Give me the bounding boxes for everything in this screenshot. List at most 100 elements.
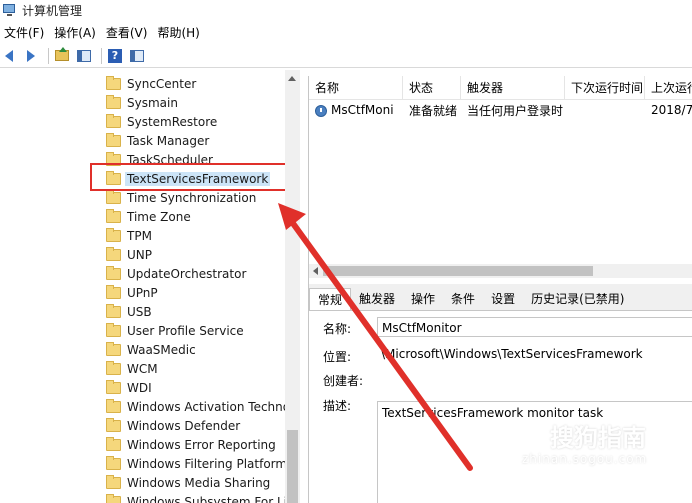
folder-icon — [106, 341, 121, 356]
tab-general[interactable]: 常规 — [309, 288, 352, 310]
tree-item[interactable]: SyncCenter — [106, 74, 196, 93]
window-title: 计算机管理 — [22, 3, 83, 18]
tree-pane: SyncCenter Sysmain SystemRestore Task Manag… — [0, 70, 300, 503]
tree-item[interactable]: Windows Filtering Platform — [106, 454, 287, 473]
tree-item-label: WCM — [127, 361, 158, 376]
task-list-h-scrollbar[interactable] — [309, 264, 692, 278]
toolbar-separator — [101, 47, 102, 64]
folder-icon — [106, 398, 121, 413]
folder-icon — [106, 113, 121, 128]
forward-button[interactable] — [22, 47, 40, 65]
task-status: 准备就绪 — [409, 103, 458, 118]
tree-scrollbar[interactable] — [285, 70, 300, 503]
toolbar-separator — [48, 47, 49, 64]
tree-item[interactable]: User Profile Service — [106, 321, 244, 340]
forward-icon — [27, 49, 35, 62]
tab-conditions[interactable]: 条件 — [443, 288, 483, 310]
tree-item-label: SystemRestore — [127, 114, 218, 129]
tree-item[interactable]: WCM — [106, 359, 158, 378]
tree-item[interactable]: Time Zone — [106, 207, 191, 226]
tree-item[interactable]: Windows Activation Technolo — [106, 397, 300, 416]
task-pane: 名称 状态 触发器 下次运行时间 上次运行 MsCtfMoni 准备就绪 当任何… — [308, 76, 692, 503]
column-header-last-run[interactable]: 上次运行 — [645, 76, 692, 100]
tree-item-label: WDI — [127, 380, 152, 395]
folder-icon — [106, 189, 121, 204]
menu-action[interactable]: 操作(A) — [50, 24, 100, 41]
tree-item-label: Windows Media Sharing — [127, 475, 271, 490]
detail-tabs: 常规 触发器 操作 条件 设置 历史记录(已禁用) — [309, 288, 632, 310]
h-scroll-thumb[interactable] — [323, 266, 593, 276]
tree-item[interactable]: TPM — [106, 226, 152, 245]
tree-item[interactable]: WDI — [106, 378, 152, 397]
tree-item[interactable]: Windows Error Reporting — [106, 435, 276, 454]
tab-settings[interactable]: 设置 — [483, 288, 523, 310]
tree-item-label: Windows Error Reporting — [127, 437, 276, 452]
task-list-header: 名称 状态 触发器 下次运行时间 上次运行 — [309, 76, 692, 100]
tab-triggers[interactable]: 触发器 — [351, 288, 403, 310]
tree-item[interactable]: USB — [106, 302, 152, 321]
task-author-value — [377, 368, 381, 388]
show-hide-tree-button[interactable] — [75, 47, 93, 65]
tree-item-label: Windows Defender — [127, 418, 241, 433]
computer-management-icon — [3, 3, 17, 17]
tree-item[interactable]: Windows Subsystem For Lin — [106, 492, 295, 503]
column-header-trigger[interactable]: 触发器 — [461, 76, 565, 100]
scroll-thumb[interactable] — [287, 430, 298, 503]
tree-item[interactable]: SystemRestore — [106, 112, 217, 131]
task-last-run: 2018/7/ — [651, 103, 692, 117]
tree-item-label: Time Synchronization — [127, 190, 257, 205]
tree-item-label: USB — [127, 304, 152, 319]
menu-help[interactable]: 帮助(H) — [153, 24, 203, 41]
task-name-field[interactable]: MsCtfMonitor — [377, 317, 692, 337]
show-hide-tree-icon — [77, 49, 91, 62]
task-location-value: \Microsoft\Windows\TextServicesFramework — [381, 347, 643, 361]
column-header-next-run[interactable]: 下次运行时间 — [565, 76, 645, 100]
scroll-left-icon[interactable] — [313, 267, 318, 275]
tree-item[interactable]: UPnP — [106, 283, 158, 302]
task-name-cell: MsCtfMoni — [309, 103, 403, 117]
tree-item-label: Windows Activation Technolo — [127, 399, 300, 414]
folder-icon — [106, 455, 121, 470]
help-button[interactable]: ? — [106, 47, 124, 65]
folder-icon — [106, 474, 121, 489]
tree-item-label: UpdateOrchestrator — [127, 266, 247, 281]
highlight-annotation-box — [90, 163, 287, 191]
tree-item[interactable]: UNP — [106, 245, 152, 264]
table-row[interactable]: MsCtfMoni 准备就绪 当任何用户登录时 2018/7/ — [309, 100, 692, 120]
author-label: 创建者: — [323, 374, 364, 388]
tree-item-label: UNP — [127, 247, 152, 262]
help-icon: ? — [108, 48, 122, 63]
column-header-name[interactable]: 名称 — [309, 76, 403, 100]
tree-item[interactable]: Windows Defender — [106, 416, 240, 435]
scroll-up-icon[interactable] — [288, 76, 296, 81]
tab-actions[interactable]: 操作 — [403, 288, 443, 310]
folder-icon — [106, 360, 121, 375]
tree-item[interactable]: Windows Media Sharing — [106, 473, 270, 492]
column-header-status[interactable]: 状态 — [403, 76, 461, 100]
tree-item[interactable]: UpdateOrchestrator — [106, 264, 246, 283]
tree-item[interactable]: WaaSMedic — [106, 340, 196, 359]
tree-item[interactable]: Sysmain — [106, 93, 178, 112]
name-label: 名称: — [323, 322, 352, 336]
folder-icon — [106, 379, 121, 394]
up-button[interactable] — [53, 47, 71, 65]
tree-item-label: User Profile Service — [127, 323, 244, 338]
tree-item-label: Time Zone — [127, 209, 191, 224]
folder-icon — [106, 265, 121, 280]
back-button[interactable] — [0, 47, 18, 65]
properties-button[interactable] — [128, 47, 146, 65]
folder-icon — [106, 303, 121, 318]
tree-item-label: Windows Subsystem For Lin — [127, 494, 295, 503]
task-detail-panel: 常规 触发器 操作 条件 设置 历史记录(已禁用) 名称: MsCtfMonit… — [309, 284, 692, 503]
properties-icon — [130, 49, 144, 62]
folder-icon — [106, 436, 121, 451]
title-bar: 计算机管理 — [0, 0, 692, 20]
menu-file[interactable]: 文件(F) — [0, 24, 48, 41]
menu-view[interactable]: 查看(V) — [102, 24, 152, 41]
tab-history[interactable]: 历史记录(已禁用) — [523, 288, 632, 310]
folder-icon — [106, 493, 121, 503]
toolbar: ? — [0, 44, 692, 68]
tree-item-label: Windows Filtering Platform — [127, 456, 288, 471]
tree-item[interactable]: Task Manager — [106, 131, 209, 150]
task-description-field[interactable]: TextServicesFramework monitor task — [377, 401, 692, 503]
